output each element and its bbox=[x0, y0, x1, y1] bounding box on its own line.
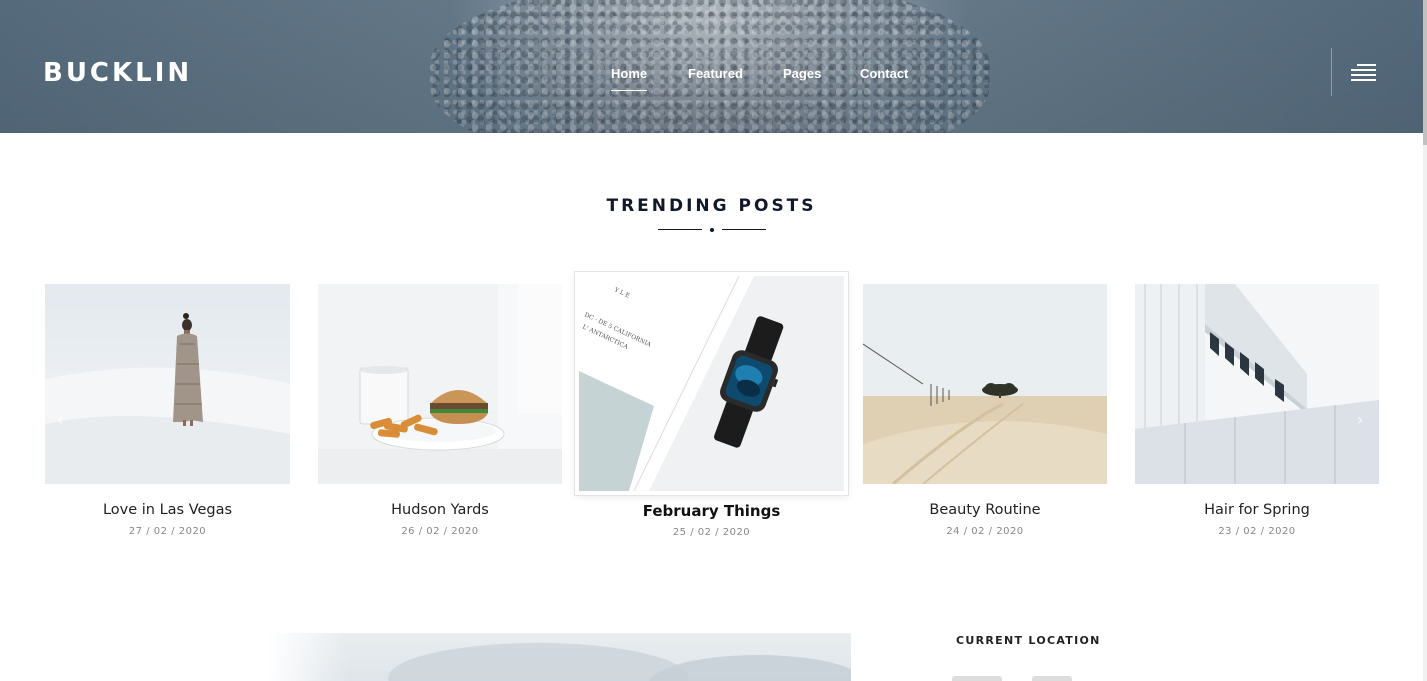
main-nav: Home Featured Pages Contact bbox=[0, 66, 1423, 92]
trending-posts-title: TRENDING POSTS bbox=[606, 196, 817, 216]
post-title[interactable]: Hudson Yards bbox=[318, 502, 562, 518]
nav-contact[interactable]: Contact bbox=[860, 66, 908, 81]
chevron-right-icon[interactable]: › bbox=[1357, 410, 1363, 429]
post-thumbnail[interactable] bbox=[318, 284, 562, 484]
current-location-heading: CURRENT LOCATION bbox=[956, 634, 1101, 647]
post-title[interactable]: February Things bbox=[575, 502, 848, 520]
location-map-image bbox=[952, 674, 1092, 681]
chevron-left-icon[interactable]: ‹ bbox=[57, 410, 63, 429]
post-card-5[interactable]: › Hair for Spring 23 / 02 / 2020 bbox=[1135, 284, 1379, 544]
hamburger-menu-icon[interactable] bbox=[1351, 64, 1376, 82]
post-card-1[interactable]: ‹ Love in Las Vegas 27 / 02 / 2020 bbox=[45, 284, 290, 544]
post-date: 27 / 02 / 2020 bbox=[128, 526, 207, 537]
post-card-4[interactable]: Beauty Routine 24 / 02 / 2020 bbox=[863, 284, 1107, 544]
nav-pages[interactable]: Pages bbox=[783, 66, 821, 81]
post-thumbnail[interactable] bbox=[45, 284, 290, 484]
post-thumbnail[interactable]: Y L E DC · DE 5 CALIFORNIA L' ANTARCTICA bbox=[579, 276, 844, 491]
nav-home[interactable]: Home bbox=[611, 66, 648, 91]
post-date: 26 / 02 / 2020 bbox=[401, 526, 479, 537]
nav-featured[interactable]: Featured bbox=[688, 66, 743, 81]
post-title[interactable]: Love in Las Vegas bbox=[45, 502, 290, 518]
menu-divider bbox=[1331, 48, 1332, 96]
post-card-3-featured[interactable]: Y L E DC · DE 5 CALIFORNIA L' ANTARCTICA… bbox=[575, 272, 848, 544]
site-header: BUCKLIN Home Featured Pages Contact bbox=[0, 0, 1423, 133]
post-date: 24 / 02 / 2020 bbox=[946, 526, 1024, 537]
post-thumbnail[interactable] bbox=[1135, 284, 1379, 484]
post-title[interactable]: Hair for Spring bbox=[1135, 502, 1379, 518]
post-date: 23 / 02 / 2020 bbox=[1218, 526, 1296, 537]
post-date: 25 / 02 / 2020 bbox=[672, 527, 751, 538]
scrollbar-thumb[interactable] bbox=[1423, 0, 1427, 145]
post-card-2[interactable]: Hudson Yards 26 / 02 / 2020 bbox=[318, 284, 562, 544]
page-scrollbar[interactable] bbox=[1423, 0, 1427, 681]
title-ornament bbox=[658, 228, 766, 232]
post-title[interactable]: Beauty Routine bbox=[863, 502, 1107, 518]
featured-post-image[interactable] bbox=[268, 633, 851, 681]
post-thumbnail[interactable] bbox=[863, 284, 1107, 484]
